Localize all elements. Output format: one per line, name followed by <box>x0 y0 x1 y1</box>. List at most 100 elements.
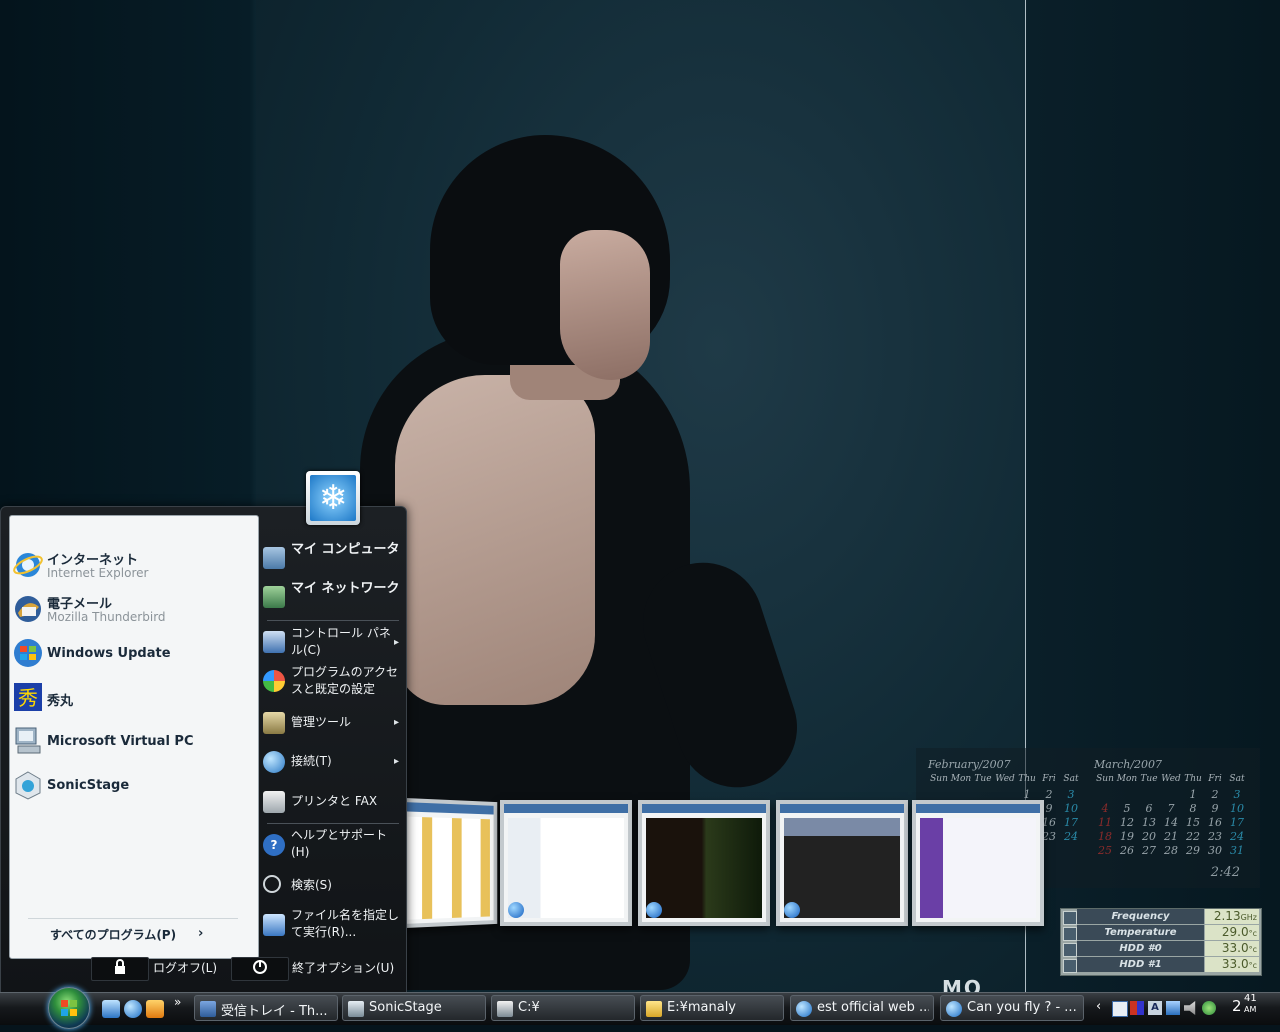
item-label: マイ コンピュータ <box>291 542 400 557</box>
sensor-row-frequency: Frequency 2.13GHz <box>1061 909 1261 925</box>
program-title: Windows Update <box>47 646 171 661</box>
ie-icon <box>12 549 44 581</box>
lock-button[interactable] <box>91 957 149 981</box>
window-thumbnail-explorer[interactable] <box>399 797 498 929</box>
thumbnail-content <box>508 818 624 918</box>
sensor-value: 29.0°c <box>1205 925 1259 940</box>
sensor-gadget[interactable]: Frequency 2.13GHz Temperature 29.0°c HDD… <box>1060 908 1262 976</box>
printers-fax-item[interactable]: プリンタと FAX <box>263 791 401 815</box>
pinned-internet-explorer[interactable]: インターネット Internet Explorer <box>10 546 258 586</box>
calendar-weekday-header: Sun <box>930 774 948 784</box>
window-thumbnail-browser-2[interactable] <box>776 800 908 926</box>
wallpaper-figure-back <box>395 375 595 705</box>
help-support-item[interactable]: ? ヘルプとサポート(H) <box>263 827 401 863</box>
ime-icon[interactable] <box>1112 1001 1128 1017</box>
window-thumbnail-sonicstage[interactable] <box>912 800 1044 926</box>
cpu-icon <box>1063 911 1077 925</box>
calendar-day: 8 <box>1189 802 1197 815</box>
control-panel-item[interactable]: コントロール パネル(C) ▸ <box>263 625 401 659</box>
window-thumbnail-thunderbird[interactable] <box>500 800 632 926</box>
shutdown-options-button[interactable]: 終了オプション(U) <box>292 959 394 976</box>
calendar-month-march: March/2007 Sun Mon Tue Wed Thu Fri Sat 1 2 3 4 5 6 7 8… <box>1094 758 1254 858</box>
folder-icon <box>646 1001 662 1017</box>
ie-icon[interactable] <box>124 1000 142 1018</box>
calendar-grid: SunMonTueWedThuFriSat1234567891011121314… <box>1094 774 1254 858</box>
all-programs-button[interactable]: すべてのプログラム(P) <box>50 926 176 943</box>
taskbar-clock[interactable]: 2 41 AM <box>1232 994 1257 1016</box>
my-computer-item[interactable]: マイ コンピュータ <box>263 541 401 575</box>
pinned-hidemaru[interactable]: 秀 秀丸 <box>10 678 258 718</box>
logoff-button[interactable]: ログオフ(L) <box>153 959 217 976</box>
admin-tools-item[interactable]: 管理ツール ▸ <box>263 712 401 736</box>
calendar-day: 31 <box>1230 844 1244 857</box>
taskbar-button-e-manaly[interactable]: E:¥manaly <box>640 995 784 1021</box>
show-desktop-icon[interactable] <box>102 1000 120 1018</box>
thumbnail-titlebar <box>403 802 494 815</box>
pinned-thunderbird[interactable]: 電子メール Mozilla Thunderbird <box>10 590 258 630</box>
run-item[interactable]: ファイル名を指定して実行(R)... <box>263 907 401 943</box>
thumbnail-titlebar <box>504 804 628 813</box>
calendar-day: 3 <box>1233 788 1241 801</box>
windows-update-icon <box>12 637 44 669</box>
submenu-arrow-icon: ▸ <box>393 717 399 728</box>
hidemaru-icon: 秀 <box>12 681 44 713</box>
calendar-weekday-header: Mon <box>950 774 972 784</box>
program-access-defaults-item[interactable]: プログラムのアクセスと既定の設定 <box>263 664 401 698</box>
start-menu-footer: ログオフ(L) 終了オプション(U) <box>1 955 406 991</box>
calendar-day: 24 <box>1230 830 1244 843</box>
clock-minutes: 41 <box>1244 993 1257 1004</box>
connect-to-item[interactable]: 接続(T) ▸ <box>263 751 401 775</box>
calendar-day: 11 <box>1098 816 1112 829</box>
pinned-virtual-pc[interactable]: Microsoft Virtual PC <box>10 722 258 762</box>
taskbar-button-thunderbird[interactable]: 受信トレイ - Th... <box>194 995 338 1021</box>
volume-icon[interactable] <box>1184 1001 1196 1015</box>
system-tray: ‹ A <box>1094 996 1224 1022</box>
thunderbird-icon <box>508 902 524 918</box>
start-button[interactable] <box>48 987 90 1029</box>
item-label: ヘルプとサポート(H) <box>291 828 388 859</box>
start-menu: インターネット Internet Explorer 電子メール Mozilla … <box>0 471 407 994</box>
clock-hour: 2 <box>1232 997 1242 1015</box>
svg-text:秀: 秀 <box>18 686 38 710</box>
thumbnail-titlebar <box>780 804 904 813</box>
taskbar-button-can-you-fly[interactable]: Can you fly ? - ... <box>940 995 1084 1021</box>
taskbar-button-c-drive[interactable]: C:¥ <box>491 995 635 1021</box>
media-player-icon[interactable] <box>146 1000 164 1018</box>
pinned-windows-update[interactable]: Windows Update <box>10 634 258 674</box>
power-button[interactable] <box>231 957 289 981</box>
security-tray-icon[interactable] <box>1202 1001 1216 1015</box>
sensor-label: HDD #1 <box>1077 957 1204 972</box>
language-bar-icon[interactable]: A <box>1148 1001 1162 1015</box>
window-thumbnail-browser-1[interactable] <box>638 800 770 926</box>
snowflake-icon: ❄ <box>310 475 356 521</box>
submenu-arrow-icon: ▸ <box>393 637 399 648</box>
tray-expand-icon[interactable]: ‹ <box>1096 999 1101 1014</box>
separator <box>267 620 399 621</box>
calendar-day <box>1160 788 1182 802</box>
sensor-label: HDD #0 <box>1077 941 1204 956</box>
network-tray-icon[interactable] <box>1166 1001 1180 1015</box>
calendar-day: 15 <box>1186 816 1200 829</box>
pinned-sonicstage[interactable]: SonicStage <box>10 766 258 806</box>
chevron-right-icon: › <box>198 926 204 941</box>
quick-launch-chevron-icon[interactable]: » <box>174 995 181 1009</box>
calendar-day: 6 <box>1145 802 1153 815</box>
my-network-item[interactable]: マイ ネットワーク <box>263 580 401 614</box>
calendar-day: 7 <box>1167 802 1175 815</box>
network-icon <box>263 586 285 608</box>
calendar-day: 10 <box>1230 802 1244 815</box>
tray-app-icon[interactable] <box>1130 1001 1144 1015</box>
taskbar-button-sonicstage[interactable]: SonicStage <box>342 995 486 1021</box>
task-label: est official web ... <box>817 1000 929 1015</box>
separator <box>28 918 238 919</box>
calendar-weekday-header: Sat <box>1229 774 1245 784</box>
thumbnail-content <box>920 818 1036 918</box>
search-item[interactable]: 検索(S) <box>263 875 401 899</box>
user-picture[interactable]: ❄ <box>306 471 360 525</box>
calendar-day: 1 <box>1189 788 1197 801</box>
calendar-day: 2 <box>1211 788 1219 801</box>
taskbar-button-est-official[interactable]: est official web ... <box>790 995 934 1021</box>
ie-icon <box>646 902 662 918</box>
calendar-day: 19 <box>1120 830 1134 843</box>
program-subtitle: Mozilla Thunderbird <box>47 610 166 624</box>
